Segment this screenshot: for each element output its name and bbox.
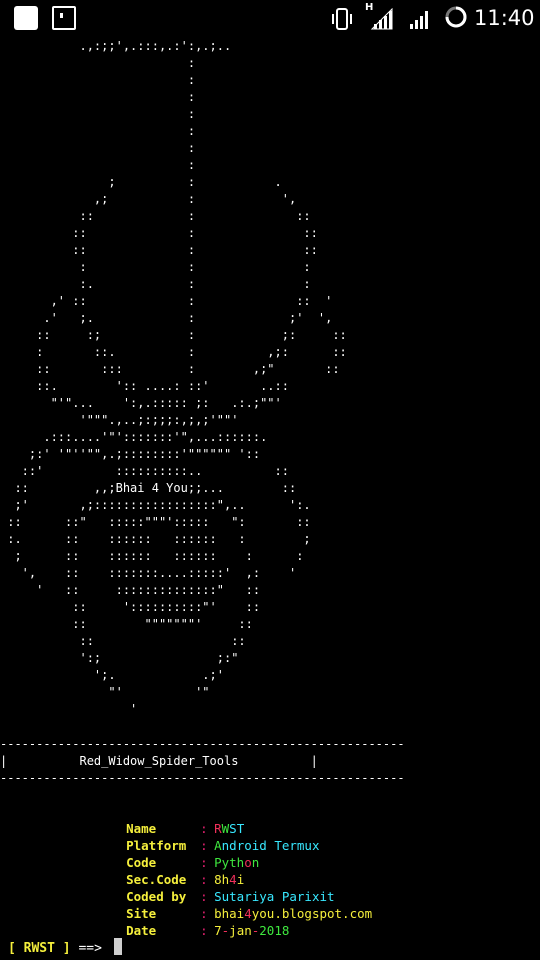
- vibrate-icon: [332, 8, 352, 30]
- command-prompt[interactable]: [ RWST ] ==>: [8, 938, 122, 958]
- prompt-arrow: ==>: [70, 941, 110, 956]
- app-notification-icon: [14, 6, 38, 30]
- text-cursor[interactable]: [113, 938, 122, 955]
- clock: 11:40: [474, 6, 535, 30]
- banner-separator-bottom: ----------------------------------------…: [0, 771, 405, 785]
- signal-icon: [370, 8, 393, 30]
- ascii-center-label: ,;Bhai 4 You;;...: [101, 481, 224, 495]
- screenshot-notification-icon: [52, 6, 76, 30]
- status-bar: H 11:40: [0, 0, 540, 36]
- terminal-screen[interactable]: .,:;;',.:::,.:':,.;.. : : : : : :: ;: …: [0, 36, 540, 960]
- ascii-spider-art: .,:;;',.:::,.:':,.;.. : : : : : :: ;: …: [7, 39, 347, 716]
- signal-icon-2: [410, 11, 428, 29]
- banner-title: | Red_Widow_Spider_Tools |: [0, 754, 318, 768]
- banner-separator-top: ----------------------------------------…: [0, 737, 405, 751]
- tool-info-block: Name: RWST Platform: Android Termux Code: P…: [96, 803, 372, 938]
- prompt-label: [ RWST ]: [8, 941, 71, 956]
- sync-icon: [445, 6, 467, 28]
- info-row-name: Name: RWST: [126, 821, 245, 836]
